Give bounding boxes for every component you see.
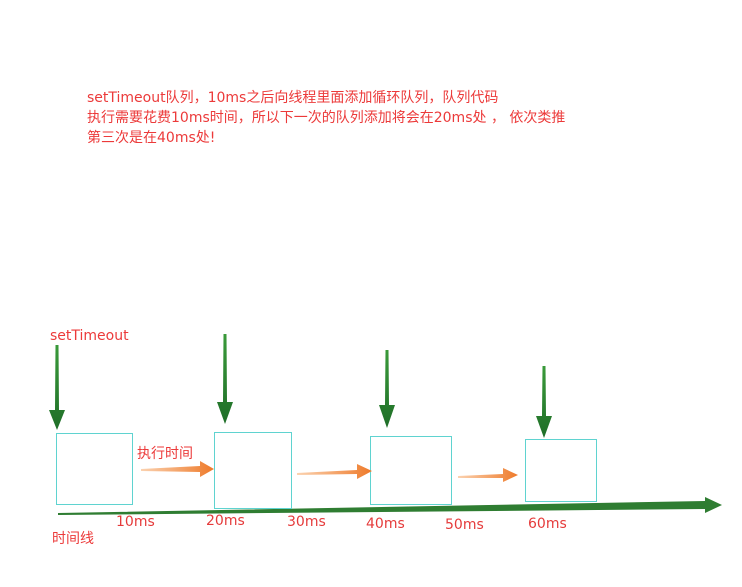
trigger-arrow-1 [49,345,65,430]
trigger-arrow-3 [379,350,395,428]
description-line-2: 执行需要花费10ms时间，所以下一次的队列添加将会在20ms处 ， 依次类推 [87,110,566,126]
trigger-arrow-2 [217,334,233,424]
timeline-arrow [58,497,722,515]
timeline-label: 时间线 [52,531,94,547]
execution-box-2 [214,432,292,509]
execution-box-4 [525,439,597,502]
execution-box-3 [370,436,452,505]
settimeout-label: setTimeout [50,328,129,344]
description-line-1: setTimeout队列，10ms之后向线程里面添加循环队列，队列代码 [87,90,499,106]
interval-arrow-2 [297,464,372,479]
interval-arrow-1 [141,461,214,477]
description-line-3: 第三次是在40ms处! [87,130,216,146]
execution-box-1 [56,433,133,505]
description-text: setTimeout队列，10ms之后向线程里面添加循环队列，队列代码 执行需要… [87,88,565,148]
tick-10ms: 10ms [116,514,155,530]
tick-40ms: 40ms [366,516,405,532]
tick-60ms: 60ms [528,516,567,532]
tick-20ms: 20ms [206,513,245,529]
tick-50ms: 50ms [445,517,484,533]
interval-arrow-3 [458,468,518,482]
execute-time-label: 执行时间 [137,446,193,462]
tick-30ms: 30ms [287,514,326,530]
trigger-arrow-4 [536,366,552,438]
